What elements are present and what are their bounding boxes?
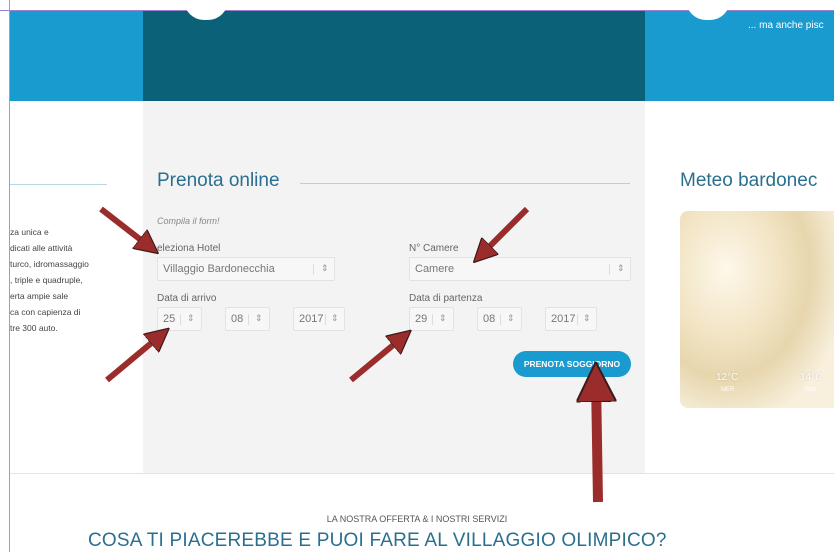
select-separator bbox=[325, 314, 326, 325]
departure-day-select[interactable]: 29 ⇕ bbox=[409, 307, 454, 331]
title-divider bbox=[300, 183, 630, 184]
chevron-updown-icon: ⇕ bbox=[255, 313, 263, 323]
departure-label: Data di partenza bbox=[409, 293, 483, 304]
hotel-label: eleziona Hotel bbox=[157, 243, 221, 254]
arrival-month-select[interactable]: 08 ⇕ bbox=[225, 307, 270, 331]
arrival-year-select[interactable]: 2017 ⇕ bbox=[293, 307, 345, 331]
chevron-updown-icon: ⇕ bbox=[583, 313, 591, 323]
offer-headline: COSA TI PIACEREBBE E PUOI FARE AL VILLAG… bbox=[88, 530, 667, 551]
arrival-label: Data di arrivo bbox=[157, 293, 217, 304]
forecast-temp: 12°C bbox=[716, 372, 739, 383]
forecast-temp: 14°C bbox=[800, 372, 823, 383]
forecast-day: MER bbox=[721, 387, 735, 393]
chevron-updown-icon: ⇕ bbox=[187, 313, 195, 323]
weather-widget: 12°C MER 14°C GIO bbox=[680, 211, 834, 408]
select-separator bbox=[432, 314, 433, 325]
section-divider bbox=[10, 473, 834, 474]
departure-month-value: 08 bbox=[483, 313, 496, 325]
section-divider bbox=[10, 184, 107, 185]
description-line: tre 300 auto. bbox=[10, 323, 58, 333]
arrival-day-select[interactable]: 25 ⇕ bbox=[157, 307, 202, 331]
book-stay-button[interactable]: PRENOTA SOGGIORNO bbox=[513, 351, 631, 377]
chevron-updown-icon: ⇕ bbox=[439, 313, 447, 323]
description-line: za unica e bbox=[10, 227, 49, 237]
arrival-year-value: 2017 bbox=[299, 313, 324, 325]
banner-middle-panel bbox=[143, 11, 645, 101]
description-line: ca con capienza di bbox=[10, 307, 81, 317]
arrival-day-value: 25 bbox=[163, 313, 176, 325]
hotel-select[interactable]: Villaggio Bardonecchia ⇕ bbox=[157, 257, 335, 281]
description-line: turco, idromassaggio bbox=[10, 259, 89, 269]
booking-title: Prenota online bbox=[157, 170, 280, 191]
hotel-select-value: Villaggio Bardonecchia bbox=[163, 263, 275, 275]
select-separator bbox=[180, 314, 181, 325]
select-separator bbox=[248, 314, 249, 325]
banner-caption: ... ma anche pisc bbox=[748, 20, 824, 31]
rooms-select-value: Camere bbox=[415, 263, 455, 275]
description-line: dicati alle attività bbox=[10, 243, 73, 253]
forecast-day: GIO bbox=[805, 387, 817, 393]
departure-day-value: 29 bbox=[415, 313, 428, 325]
description-line: , triple e quadruple, bbox=[10, 275, 83, 285]
banner-left-panel bbox=[10, 11, 143, 101]
description-line: erta ampie sale bbox=[10, 291, 69, 301]
chevron-updown-icon: ⇕ bbox=[331, 313, 339, 323]
chevron-updown-icon: ⇕ bbox=[617, 263, 625, 273]
left-description: za unica e dicati alle attività turco, i… bbox=[10, 224, 110, 336]
select-separator bbox=[313, 264, 314, 275]
booking-subtitle: Compila il form! bbox=[157, 216, 220, 226]
chevron-updown-icon: ⇕ bbox=[321, 263, 329, 273]
departure-year-select[interactable]: 2017 ⇕ bbox=[545, 307, 597, 331]
rooms-label: N° Camere bbox=[409, 243, 459, 254]
departure-month-select[interactable]: 08 ⇕ bbox=[477, 307, 522, 331]
offer-kicker: LA NOSTRA OFFERTA & I NOSTRI SERVIZI bbox=[326, 514, 508, 524]
chevron-updown-icon: ⇕ bbox=[507, 313, 515, 323]
select-separator bbox=[609, 264, 610, 275]
departure-year-value: 2017 bbox=[551, 313, 576, 325]
select-separator bbox=[500, 314, 501, 325]
arrival-month-value: 08 bbox=[231, 313, 244, 325]
booking-panel bbox=[143, 101, 645, 473]
meteo-title: Meteo bardonec bbox=[680, 170, 818, 191]
select-separator bbox=[577, 314, 578, 325]
rooms-select[interactable]: Camere ⇕ bbox=[409, 257, 631, 281]
